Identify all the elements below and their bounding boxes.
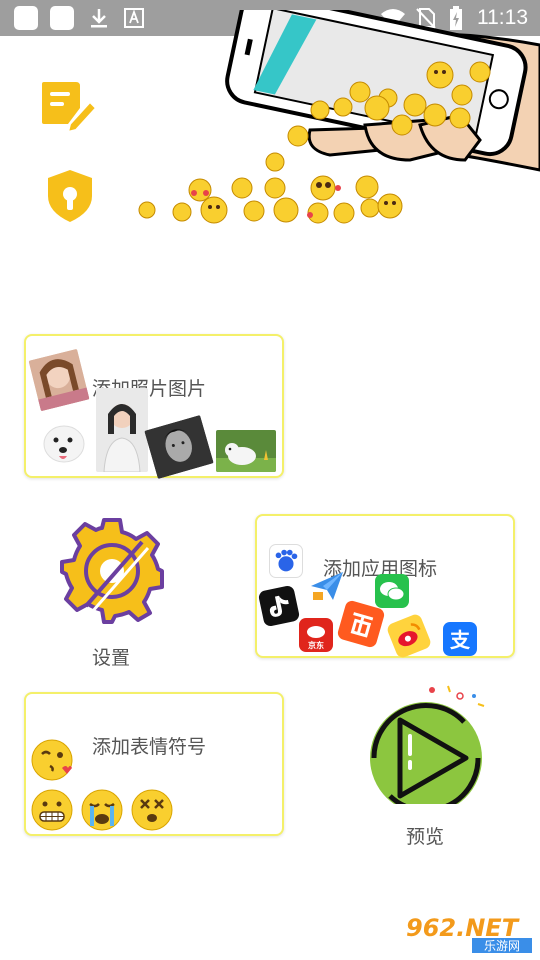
edit-note-icon[interactable]	[40, 80, 96, 136]
crying-emoji-icon	[81, 789, 123, 831]
notification-icon	[14, 6, 38, 30]
hero-illustration	[138, 10, 540, 224]
play-icon[interactable]	[360, 684, 492, 804]
watermark-main-text: 962.NET	[406, 914, 520, 942]
jd-app-icon: 京东	[299, 618, 333, 652]
alipay-app-icon-label: 支	[450, 628, 471, 652]
download-icon	[91, 9, 107, 28]
add-emoji-card[interactable]: 添加表情符号	[24, 692, 284, 836]
photo-thumbnail	[144, 414, 214, 480]
gear-icon[interactable]	[58, 516, 166, 624]
add-emoji-label: 添加表情符号	[92, 736, 207, 758]
photo-thumbnail	[96, 388, 148, 472]
tiktok-app-icon	[257, 584, 301, 628]
grimace-emoji-icon	[31, 789, 73, 831]
photo-thumbnail	[34, 412, 90, 472]
notification-icon	[50, 6, 74, 30]
alipay-app-icon: 支	[443, 622, 477, 656]
weibo-app-icon	[385, 612, 433, 660]
dizzy-emoji-icon	[131, 789, 173, 831]
paper-plane-app-icon	[311, 572, 343, 600]
site-watermark: 962.NET 乐游网	[402, 912, 534, 954]
baidu-app-icon	[269, 544, 303, 578]
add-photos-card[interactable]: 添加照片图片	[24, 334, 284, 480]
watermark-sub-text: 乐游网	[484, 939, 520, 953]
kiss-emoji-icon	[31, 739, 73, 781]
add-app-icons-card[interactable]: 添加应用图标 京东 支	[255, 514, 515, 660]
photo-thumbnail	[216, 430, 276, 472]
settings-label[interactable]: 设置	[92, 643, 130, 670]
wechat-app-icon	[375, 574, 409, 608]
shield-lock-icon[interactable]	[42, 168, 98, 224]
jd-app-icon-label: 京东	[308, 640, 324, 650]
photo-thumbnail	[28, 348, 90, 412]
preview-label[interactable]: 预览	[406, 822, 444, 849]
